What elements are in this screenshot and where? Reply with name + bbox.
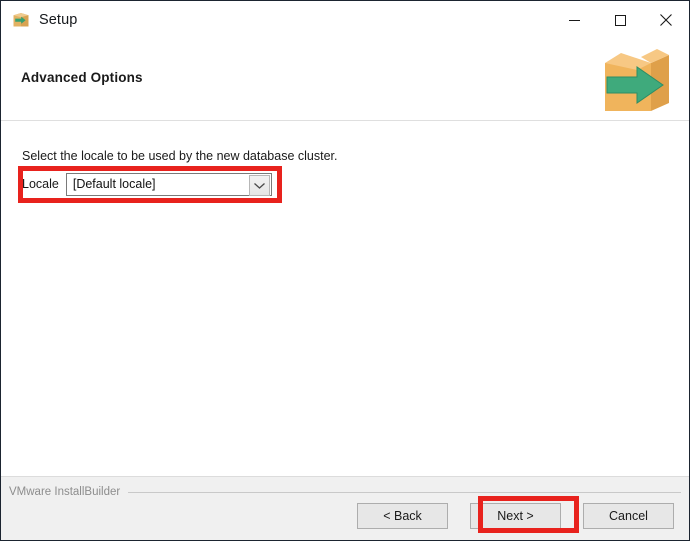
maximize-icon <box>614 14 626 26</box>
next-button[interactable]: Next > <box>470 503 561 529</box>
cancel-button[interactable]: Cancel <box>583 503 674 529</box>
close-button[interactable] <box>643 1 689 39</box>
content-area: Select the locale to be used by the new … <box>1 121 689 476</box>
title-bar: Setup <box>1 1 689 39</box>
locale-selected-value: [Default locale] <box>72 177 156 191</box>
page-title: Advanced Options <box>21 70 143 85</box>
window-title: Setup <box>39 11 78 28</box>
close-icon <box>660 14 672 26</box>
maximize-button[interactable] <box>597 1 643 39</box>
locale-label: Locale <box>22 177 59 191</box>
brand-label: VMware InstallBuilder <box>9 486 121 498</box>
chevron-down-icon[interactable] <box>248 174 270 196</box>
header-band: Advanced Options <box>1 39 689 121</box>
package-box-arrow-icon <box>593 43 679 117</box>
instruction-text: Select the locale to be used by the new … <box>22 149 338 163</box>
setup-window: Setup Advanced Options Select the locale… <box>0 0 690 541</box>
minimize-icon <box>568 19 580 21</box>
locale-row: Locale [Default locale] <box>22 172 272 196</box>
back-button[interactable]: < Back <box>357 503 448 529</box>
window-controls <box>551 1 689 39</box>
locale-select[interactable]: [Default locale] <box>65 172 272 196</box>
brand-row: VMware InstallBuilder <box>9 486 681 498</box>
footer-bar: VMware InstallBuilder < Back Next > Canc… <box>1 476 689 540</box>
wizard-button-row: < Back Next > Cancel <box>357 503 674 529</box>
installer-box-icon <box>12 11 30 29</box>
minimize-button[interactable] <box>551 1 597 39</box>
brand-divider <box>128 491 681 493</box>
